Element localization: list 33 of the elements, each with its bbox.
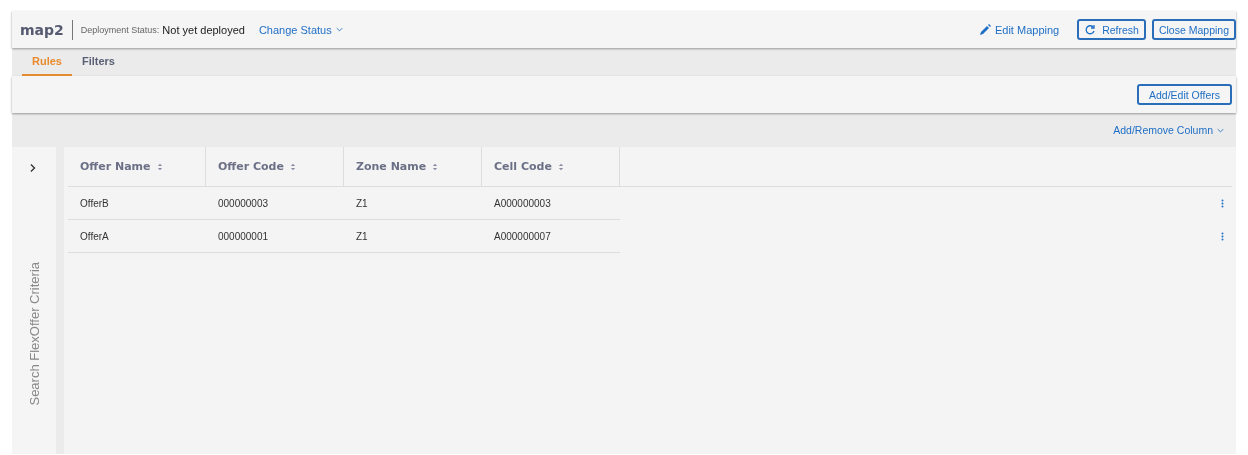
table-cell: 000000001 bbox=[206, 220, 344, 253]
table-cell: Z1 bbox=[344, 220, 482, 253]
refresh-icon bbox=[1084, 23, 1097, 36]
more-options-icon[interactable] bbox=[1221, 232, 1224, 241]
sort-icon bbox=[432, 162, 439, 171]
add-remove-column-link[interactable]: Add/Remove Column bbox=[1113, 124, 1224, 136]
column-header[interactable]: Offer Name bbox=[68, 147, 206, 186]
pencil-icon bbox=[978, 23, 991, 36]
sidebar-label: Search FlexOffer Criteria bbox=[26, 261, 42, 406]
add-edit-offers-button[interactable]: Add/Edit Offers bbox=[1137, 84, 1232, 105]
table-cell: 000000003 bbox=[206, 187, 344, 220]
caret-icon bbox=[1217, 127, 1224, 133]
more-options-icon[interactable] bbox=[1221, 199, 1224, 208]
column-header[interactable]: Offer Code bbox=[206, 147, 344, 186]
table-cell: A000000007 bbox=[482, 220, 620, 253]
table-cell: OfferB bbox=[68, 187, 206, 220]
change-status-link[interactable]: Change Status bbox=[258, 23, 343, 36]
column-header[interactable]: Cell Code bbox=[482, 147, 620, 186]
table-cell: Z1 bbox=[344, 187, 482, 220]
status-label: Deployment Status: bbox=[80, 24, 160, 35]
tab[interactable]: Filters bbox=[71, 48, 125, 76]
edit-mapping-link[interactable]: Edit Mapping bbox=[978, 23, 1060, 36]
table-cell: A000000003 bbox=[482, 187, 620, 220]
refresh-button[interactable]: Refresh bbox=[1077, 19, 1146, 40]
status-value: Not yet deployed bbox=[162, 23, 245, 36]
caret-icon bbox=[335, 27, 343, 32]
column-header[interactable]: Zone Name bbox=[344, 147, 482, 186]
map-title: map2 bbox=[20, 21, 64, 38]
table-cell: OfferA bbox=[68, 220, 206, 253]
sort-icon bbox=[289, 162, 296, 171]
sort-icon bbox=[557, 162, 564, 171]
sort-icon bbox=[156, 162, 163, 171]
close-mapping-button[interactable]: Close Mapping bbox=[1151, 19, 1236, 40]
